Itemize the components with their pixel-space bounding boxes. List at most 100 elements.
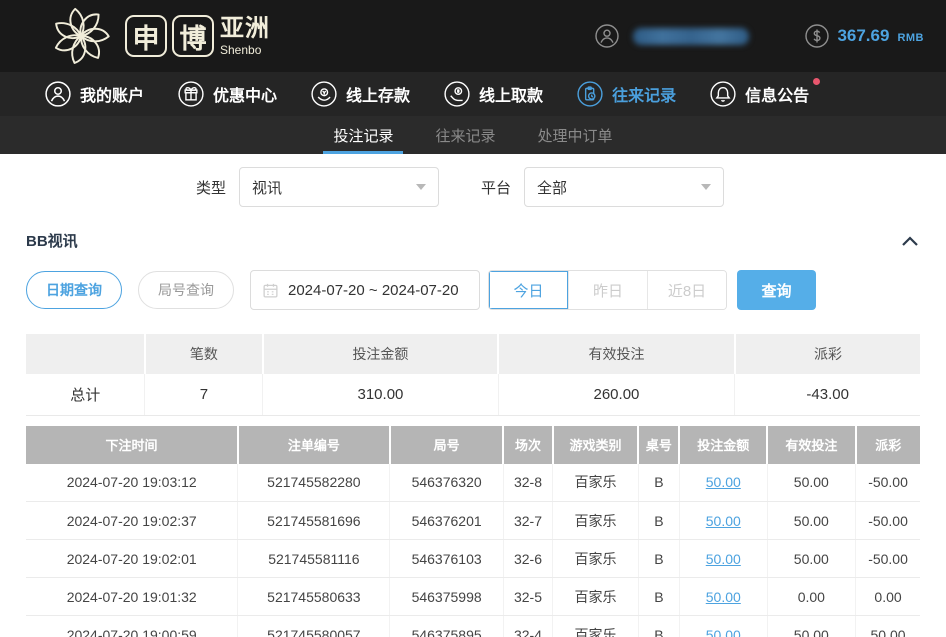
nav-item-withdraw[interactable]: 线上取款 xyxy=(444,81,543,107)
cell-order-no: 521745580057 xyxy=(238,616,390,637)
cell-table-no: B xyxy=(638,540,679,578)
summary-header-blank xyxy=(26,334,145,374)
platform-filter-label: 平台 xyxy=(481,177,511,198)
summary-header-payout: 派彩 xyxy=(735,334,920,374)
gift-icon xyxy=(178,81,204,107)
summary-bet-amount: 310.00 xyxy=(263,374,498,415)
notification-dot xyxy=(813,78,820,85)
chevron-down-icon xyxy=(416,184,426,190)
summary-table: 笔数 投注金额 有效投注 派彩 总计 7 310.00 260.00 -43.0… xyxy=(26,334,920,416)
cell-table-no: B xyxy=(638,578,679,616)
withdraw-icon xyxy=(444,81,470,107)
cell-valid-bet: 50.00 xyxy=(767,616,856,637)
cell-game-type: 百家乐 xyxy=(553,502,639,540)
table-row: 2024-07-20 19:02:37521745581696546376201… xyxy=(26,502,920,540)
nav-item-deposit[interactable]: 线上存款 xyxy=(311,81,410,107)
table-header-row: 下注时间 注单编号 局号 场次 游戏类别 桌号 投注金额 有效投注 派彩 xyxy=(26,426,920,464)
date-range-input[interactable]: 2024-07-20 ~ 2024-07-20 xyxy=(250,270,480,310)
bell-icon xyxy=(710,81,736,107)
platform-select[interactable]: 全部 xyxy=(524,167,724,207)
header-session: 场次 xyxy=(503,426,552,464)
brand-logo[interactable]: 申 博 亚洲 Shenbo xyxy=(50,5,270,67)
deposit-icon xyxy=(311,81,337,107)
bet-amount-link[interactable]: 50.00 xyxy=(706,513,741,529)
cell-game-type: 百家乐 xyxy=(553,464,639,502)
summary-total-label: 总计 xyxy=(26,374,145,415)
cell-order-no: 521745581116 xyxy=(238,540,390,578)
nav-item-promotions[interactable]: 优惠中心 xyxy=(178,81,277,107)
cell-session: 32-5 xyxy=(503,578,552,616)
cell-table-no: B xyxy=(638,502,679,540)
calendar-icon xyxy=(262,282,279,299)
platform-select-value: 全部 xyxy=(537,177,567,198)
cell-payout: -50.00 xyxy=(856,502,920,540)
date-query-button[interactable]: 日期查询 xyxy=(26,271,122,309)
cell-bet-time: 2024-07-20 19:02:01 xyxy=(26,540,238,578)
nav-item-my-account[interactable]: 我的账户 xyxy=(45,81,144,107)
quick-date-group: 今日 昨日 近8日 xyxy=(488,270,727,310)
flower-logo-icon xyxy=(50,5,112,67)
cell-table-no: B xyxy=(638,464,679,502)
filter-row: 类型 视讯 平台 全部 xyxy=(196,167,946,207)
logo-char-bo: 博 xyxy=(172,15,214,57)
cell-bet-amount: 50.00 xyxy=(679,540,767,578)
summary-header-count: 笔数 xyxy=(145,334,263,374)
round-query-button[interactable]: 局号查询 xyxy=(138,271,234,309)
cell-game-type: 百家乐 xyxy=(553,616,639,637)
search-button[interactable]: 查询 xyxy=(737,270,816,310)
tab-processing-orders[interactable]: 处理中订单 xyxy=(528,116,623,154)
logo-en-text: Shenbo xyxy=(220,44,270,56)
table-row: 2024-07-20 19:00:59521745580057546375895… xyxy=(26,616,920,637)
nav-item-transaction-records[interactable]: 往来记录 xyxy=(577,81,676,107)
top-header: 申 博 亚洲 Shenbo 367.69 RMB xyxy=(0,0,946,72)
bet-amount-link[interactable]: 50.00 xyxy=(706,474,741,490)
cell-bet-time: 2024-07-20 19:02:37 xyxy=(26,502,238,540)
header-table-no: 桌号 xyxy=(638,426,679,464)
cell-bet-time: 2024-07-20 19:03:12 xyxy=(26,464,238,502)
header-bet-time: 下注时间 xyxy=(26,426,238,464)
date-range-value: 2024-07-20 ~ 2024-07-20 xyxy=(288,282,459,299)
user-avatar-icon xyxy=(595,24,619,48)
summary-count: 7 xyxy=(145,374,263,415)
logo-region-text: 亚洲 xyxy=(220,17,270,41)
today-button[interactable]: 今日 xyxy=(489,271,568,309)
cell-game-type: 百家乐 xyxy=(553,578,639,616)
yesterday-button[interactable]: 昨日 xyxy=(568,271,647,309)
cell-bet-time: 2024-07-20 19:01:32 xyxy=(26,578,238,616)
dollar-coin-icon xyxy=(805,24,829,48)
summary-valid-bet: 260.00 xyxy=(498,374,735,415)
bet-amount-link[interactable]: 50.00 xyxy=(706,551,741,567)
balance[interactable]: 367.69 RMB xyxy=(805,24,924,48)
username-blurred[interactable] xyxy=(633,28,749,45)
type-select[interactable]: 视讯 xyxy=(239,167,439,207)
header-round-no: 局号 xyxy=(390,426,504,464)
collapse-section-button[interactable] xyxy=(900,235,920,247)
cell-payout: 50.00 xyxy=(856,616,920,637)
header-order-no: 注单编号 xyxy=(238,426,390,464)
cell-round-no: 546376320 xyxy=(390,464,504,502)
cell-valid-bet: 50.00 xyxy=(767,502,856,540)
cell-round-no: 546376103 xyxy=(390,540,504,578)
cell-payout: 0.00 xyxy=(856,578,920,616)
cell-table-no: B xyxy=(638,616,679,637)
summary-header-bet-amount: 投注金额 xyxy=(263,334,498,374)
bet-amount-link[interactable]: 50.00 xyxy=(706,589,741,605)
cell-session: 32-7 xyxy=(503,502,552,540)
tab-bet-records[interactable]: 投注记录 xyxy=(323,116,403,154)
header-game-type: 游戏类别 xyxy=(553,426,639,464)
logo-char-shen: 申 xyxy=(125,15,167,57)
summary-total-row: 总计 7 310.00 260.00 -43.00 xyxy=(26,374,920,415)
header-bet-amount: 投注金额 xyxy=(679,426,767,464)
query-row: 日期查询 局号查询 2024-07-20 ~ 2024-07-20 今日 昨日 … xyxy=(26,270,920,310)
tab-transaction-records[interactable]: 往来记录 xyxy=(425,116,505,154)
bet-amount-link[interactable]: 50.00 xyxy=(706,627,741,637)
header-payout: 派彩 xyxy=(856,426,920,464)
last-8-days-button[interactable]: 近8日 xyxy=(647,271,726,309)
balance-currency: RMB xyxy=(897,28,924,44)
cell-session: 32-6 xyxy=(503,540,552,578)
header-valid-bet: 有效投注 xyxy=(767,426,856,464)
cell-payout: -50.00 xyxy=(856,540,920,578)
cell-payout: -50.00 xyxy=(856,464,920,502)
nav-item-announcements[interactable]: 信息公告 xyxy=(710,81,809,107)
cell-valid-bet: 0.00 xyxy=(767,578,856,616)
